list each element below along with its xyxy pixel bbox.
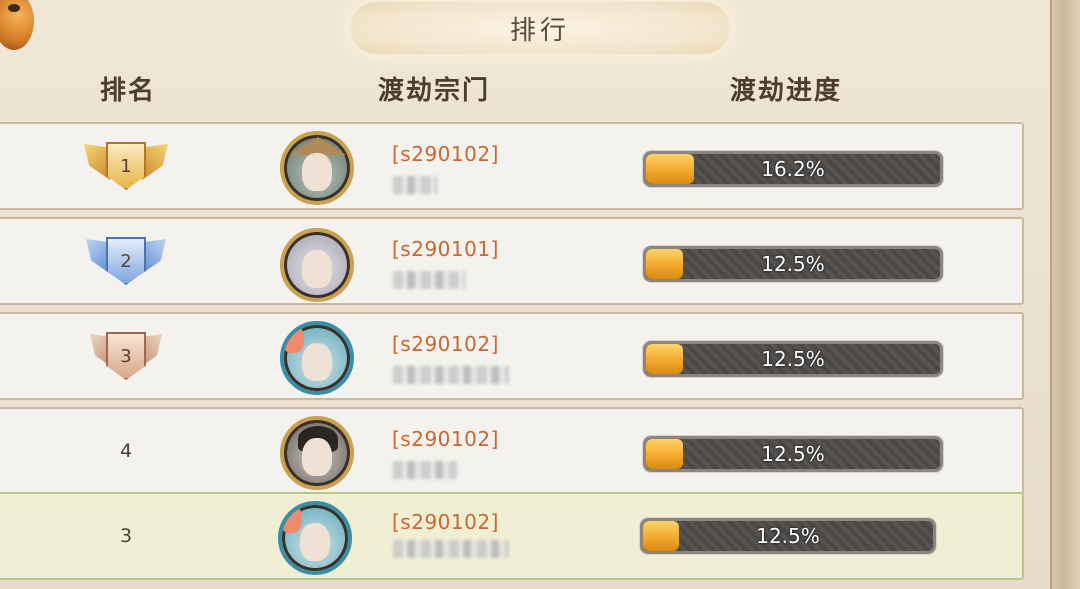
phoenix-avatar[interactable] xyxy=(278,501,352,575)
table-row[interactable]: 2 [s290101] 12.5% xyxy=(0,217,1024,305)
blurred-player-name xyxy=(393,176,437,194)
progress-bar: 12.5% xyxy=(640,518,936,554)
page-title: 排行 xyxy=(509,15,570,46)
progress-text: 12.5% xyxy=(761,442,825,466)
server-tag: [s290102] xyxy=(392,510,499,534)
rank-number: 3 xyxy=(119,525,133,547)
bronze-medal-icon: 3 xyxy=(84,326,168,392)
progress-bar: 16.2% xyxy=(643,151,943,187)
server-tag: [s290102] xyxy=(392,142,499,166)
gold-medal-icon: 1 xyxy=(84,136,168,202)
table-header: 排名 渡劫宗门 渡劫进度 xyxy=(0,62,1050,114)
progress-bar: 12.5% xyxy=(643,436,943,472)
table-row[interactable]: 3 [s290102] 12.5% xyxy=(0,312,1024,400)
progress-bar: 12.5% xyxy=(643,246,943,282)
progress-text: 12.5% xyxy=(761,252,825,276)
dark-hair-avatar[interactable] xyxy=(280,416,354,490)
header-sect: 渡劫宗门 xyxy=(378,76,491,106)
blurred-player-name xyxy=(393,461,457,479)
white-hair-avatar[interactable] xyxy=(280,228,354,302)
hat-hero-avatar[interactable] xyxy=(280,131,354,205)
table-row[interactable]: 1 [s290102] 16.2% xyxy=(0,122,1024,210)
rank-number: 1 xyxy=(120,155,132,177)
panel-scroll-edge xyxy=(1050,0,1080,589)
server-tag: [s290102] xyxy=(392,427,499,451)
rank-number: 4 xyxy=(119,440,133,462)
server-tag: [s290102] xyxy=(392,332,499,356)
progress-text: 16.2% xyxy=(761,157,825,181)
blurred-player-name xyxy=(393,271,465,289)
table-row[interactable]: 4 [s290102] 12.5% xyxy=(0,407,1024,495)
silver-medal-icon: 2 xyxy=(84,231,168,297)
ranking-panel: 排行 排名 渡劫宗门 渡劫进度 1 [s290102] 16.2% 2 [s29… xyxy=(0,0,1080,589)
progress-bar: 12.5% xyxy=(643,341,943,377)
blurred-player-name xyxy=(393,540,509,558)
blurred-player-name xyxy=(393,366,509,384)
koi-ornament-icon xyxy=(0,0,34,50)
phoenix-avatar[interactable] xyxy=(280,321,354,395)
header-progress: 渡劫进度 xyxy=(730,76,843,106)
rank-number: 3 xyxy=(120,345,132,367)
progress-text: 12.5% xyxy=(761,347,825,371)
progress-text: 12.5% xyxy=(756,524,820,548)
self-row[interactable]: 3 [s290102] 12.5% xyxy=(0,492,1024,580)
title-banner: 排行 xyxy=(350,2,730,54)
rank-number: 2 xyxy=(120,250,132,272)
server-tag: [s290101] xyxy=(392,237,499,261)
header-rank: 排名 xyxy=(100,76,157,106)
